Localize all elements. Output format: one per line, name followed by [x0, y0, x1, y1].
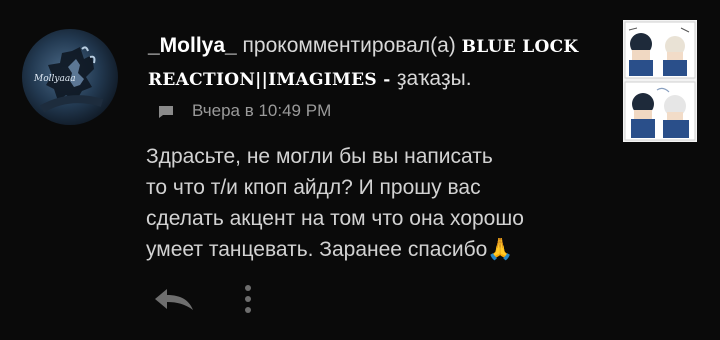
comment-body: Здрасьте, не могли бы вы написать то что…: [146, 145, 524, 261]
more-options-button[interactable]: [238, 282, 258, 316]
notification-header: _Mollya_ прокомментировал(а) BLUE LOCK R…: [148, 30, 588, 96]
reply-icon: [155, 289, 193, 310]
username[interactable]: _Mollya_: [148, 34, 237, 57]
post-title-end: .: [465, 67, 472, 90]
more-vertical-icon: [245, 285, 251, 313]
post-thumbnail[interactable]: [623, 20, 697, 142]
action-text: прокомментировал(а): [236, 34, 462, 57]
reply-button[interactable]: [148, 282, 198, 316]
avatar-signature: Mollyaaa: [33, 74, 76, 84]
comment-notification-card[interactable]: Mollyaaa _Mollya_ прокомментировал(а) BL…: [0, 0, 720, 340]
avatar[interactable]: Mollyaaa: [22, 29, 118, 125]
timestamp-row: Вчера в 10:49 PM: [158, 99, 331, 123]
comment-icon: [158, 104, 174, 118]
comment-actions: [148, 282, 258, 316]
post-title-suffix[interactable]: ҙаҡаҙы: [397, 67, 466, 90]
thumbnail-image: [623, 20, 697, 142]
timestamp: Вчера в 10:49 PM: [192, 101, 332, 120]
avatar-image: Mollyaaa: [33, 46, 104, 113]
